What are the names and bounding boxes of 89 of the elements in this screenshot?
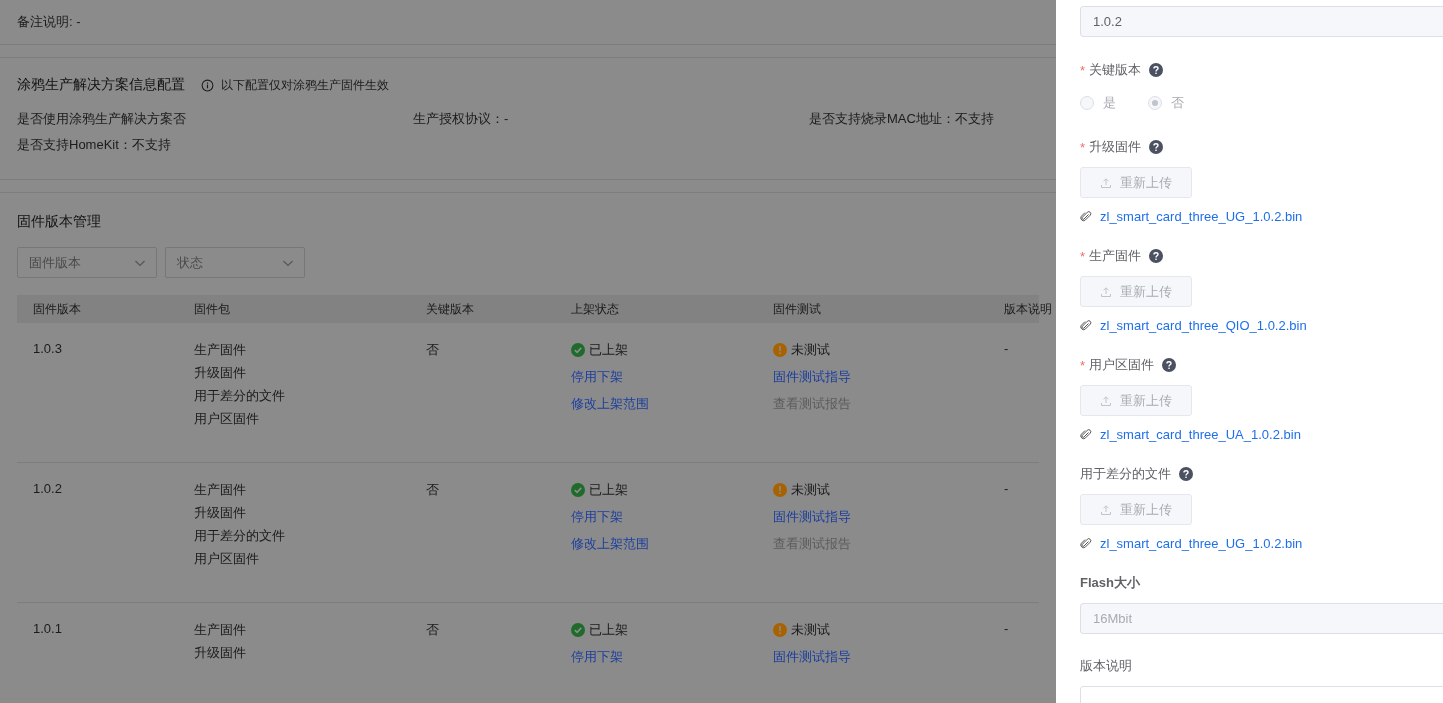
package-name: 升级固件	[194, 364, 247, 382]
radio-label: 是	[1103, 94, 1116, 112]
warning-circle-icon	[773, 483, 787, 497]
check-circle-icon	[571, 483, 585, 497]
action-link[interactable]: 固件测试指导	[773, 368, 851, 386]
note-cell-text: -	[1003, 621, 1010, 636]
paperclip-icon	[1080, 537, 1092, 550]
warning-circle-icon	[773, 623, 787, 637]
file-link[interactable]: zl_smart_card_three_QIO_1.0.2.bin	[1100, 318, 1307, 333]
status-text: 已上架	[589, 481, 628, 499]
filter-select[interactable]: 固件版本	[17, 247, 157, 278]
info-note: 以下配置仅对涂鸦生产固件生效	[221, 76, 389, 94]
upload-icon	[1100, 503, 1112, 516]
upload-button[interactable]: 重新上传	[1080, 385, 1192, 416]
field-label: 关键版本	[1089, 61, 1142, 79]
key-version-cell-text: 否	[425, 341, 440, 359]
remark-text: 备注说明: -	[17, 13, 81, 31]
file-link[interactable]: zl_smart_card_three_UG_1.0.2.bin	[1100, 536, 1303, 551]
warning-circle-icon	[773, 343, 787, 357]
action-link[interactable]: 停用下架	[571, 508, 623, 526]
filter-select[interactable]: 状态	[165, 247, 305, 278]
required-asterisk: *	[1080, 357, 1086, 373]
package-name: 生产固件	[194, 621, 247, 639]
field-label: 用户区固件	[1089, 356, 1155, 374]
section-title: 固件版本管理	[17, 213, 101, 229]
status-text: 已上架	[589, 341, 628, 359]
package-name: 用于差分的文件	[194, 387, 286, 405]
required-asterisk: *	[1080, 62, 1086, 78]
status-text: 已上架	[589, 621, 628, 639]
upload-icon	[1100, 394, 1112, 407]
upload-button[interactable]: 重新上传	[1080, 494, 1192, 525]
key-version-cell-text: 否	[425, 481, 440, 499]
package-name: 用于差分的文件	[194, 527, 286, 545]
package-name: 生产固件	[194, 341, 247, 359]
column-header: 关键版本	[425, 300, 475, 318]
column-header: 上架状态	[570, 300, 620, 318]
action-link[interactable]: 固件测试指导	[773, 648, 851, 666]
version-cell-text: 1.0.2	[32, 481, 63, 496]
note-cell-text: -	[1003, 341, 1010, 356]
radio-button[interactable]	[1148, 96, 1162, 110]
column-header: 固件测试	[772, 300, 822, 318]
field-label: 版本说明	[1080, 657, 1132, 675]
radio-label: 否	[1171, 94, 1184, 112]
status-text: 未测试	[791, 621, 830, 639]
version-cell-text: 1.0.3	[32, 341, 63, 356]
upload-icon	[1100, 285, 1112, 298]
info-field: 生产授权协议：-	[413, 110, 809, 128]
column-header: 版本说明	[1003, 300, 1053, 318]
field-label: 升级固件	[1089, 138, 1142, 156]
flash-size-input[interactable]: 16Mbit	[1080, 603, 1443, 634]
package-name: 生产固件	[194, 481, 247, 499]
paperclip-icon	[1080, 210, 1092, 223]
field-label: Flash大小	[1080, 574, 1140, 592]
action-link[interactable]: 修改上架范围	[571, 395, 649, 413]
upload-icon	[1100, 176, 1112, 189]
field-label: 用于差分的文件	[1080, 465, 1171, 483]
required-asterisk: *	[1080, 248, 1086, 264]
info-field: 是否使用涂鸦生产解决方案否	[17, 110, 413, 128]
check-circle-icon	[571, 623, 585, 637]
column-header: 固件包	[193, 300, 231, 318]
info-icon	[201, 78, 214, 92]
status-text: 未测试	[791, 341, 830, 359]
package-name: 用户区固件	[194, 550, 260, 568]
file-link[interactable]: zl_smart_card_three_UG_1.0.2.bin	[1100, 209, 1303, 224]
version-cell-text: 1.0.1	[32, 621, 63, 636]
file-link[interactable]: zl_smart_card_three_UA_1.0.2.bin	[1100, 427, 1301, 442]
paperclip-icon	[1080, 428, 1092, 441]
section-title: 涂鸦生产解决方案信息配置	[17, 76, 185, 94]
required-asterisk: *	[1080, 139, 1086, 155]
radio-button[interactable]	[1080, 96, 1094, 110]
package-name: 升级固件	[194, 644, 247, 662]
package-name: 升级固件	[194, 504, 247, 522]
paperclip-icon	[1080, 319, 1092, 332]
info-field: 是否支持烧录MAC地址：不支持	[809, 110, 1039, 128]
version-input[interactable]: 1.0.2	[1080, 6, 1443, 37]
info-field: 是否支持HomeKit：不支持	[17, 136, 413, 154]
status-text: 未测试	[791, 481, 830, 499]
package-name: 用户区固件	[194, 410, 260, 428]
note-cell-text: -	[1003, 481, 1010, 496]
upload-button[interactable]: 重新上传	[1080, 167, 1192, 198]
action-link[interactable]: 停用下架	[571, 368, 623, 386]
check-circle-icon	[571, 343, 585, 357]
key-version-cell-text: 否	[425, 621, 440, 639]
action-link[interactable]: 修改上架范围	[571, 535, 649, 553]
action-link[interactable]: 固件测试指导	[773, 508, 851, 526]
field-label: 生产固件	[1089, 247, 1142, 265]
action-link[interactable]: 停用下架	[571, 648, 623, 666]
upload-button[interactable]: 重新上传	[1080, 276, 1192, 307]
column-header: 固件版本	[32, 300, 82, 318]
